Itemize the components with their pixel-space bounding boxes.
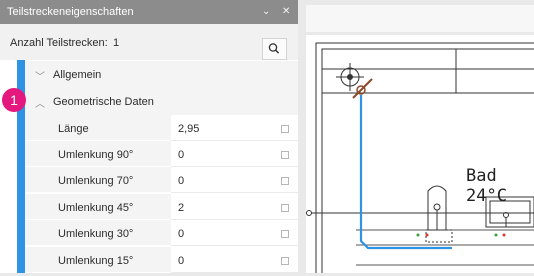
property-checkbox[interactable] xyxy=(281,151,289,159)
drawing-sheet[interactable]: Bad 24°C xyxy=(306,35,534,276)
drawing-area: Bad 24°C xyxy=(298,0,534,276)
property-name-cell: Umlenkung 70° xyxy=(25,167,171,193)
property-value-cell[interactable]: 0 xyxy=(171,247,298,273)
property-value-cell[interactable]: 0 xyxy=(171,141,298,167)
group-geometrische-daten[interactable]: ︿ Geometrische Daten xyxy=(25,88,298,115)
callout-badge: 1 xyxy=(2,88,26,112)
panel-title-bar[interactable]: Teilstreckeneigenschaften ⌄ ✕ xyxy=(0,0,298,24)
property-value-cell[interactable]: 0 xyxy=(171,167,298,193)
property-value[interactable]: 0 xyxy=(178,149,184,161)
grip-handle xyxy=(306,210,312,216)
segment-count-bar: Anzahl Teilstrecken: 1 xyxy=(0,24,298,60)
drain-circle xyxy=(433,203,441,211)
close-icon[interactable]: ✕ xyxy=(282,5,290,19)
fixture-connection-box xyxy=(425,229,453,243)
segment-count-value: 1 xyxy=(113,37,120,49)
property-row-umlenkung-15: Umlenkung 15° 0 xyxy=(25,247,298,273)
search-icon xyxy=(268,43,280,54)
connection-dot xyxy=(494,233,498,237)
property-checkbox[interactable] xyxy=(281,204,289,212)
property-value-cell[interactable]: 2,95 xyxy=(171,115,298,141)
property-checkbox[interactable] xyxy=(281,177,289,185)
axis-center xyxy=(347,74,353,80)
property-value[interactable]: 2 xyxy=(178,202,184,214)
floor-plan-drawing[interactable] xyxy=(306,35,534,276)
property-row-umlenkung-70: Umlenkung 70° 0 xyxy=(25,167,298,193)
property-name: Umlenkung 90° xyxy=(58,149,134,161)
drawing-tab-bar xyxy=(306,5,534,32)
property-value[interactable]: 0 xyxy=(178,228,184,240)
property-row-umlenkung-45: Umlenkung 45° 2 xyxy=(25,194,298,220)
property-name-cell: Umlenkung 45° xyxy=(25,194,171,220)
pipe-segment xyxy=(359,95,452,250)
property-row-umlenkung-90: Umlenkung 90° 0 xyxy=(25,141,298,167)
connection-dot xyxy=(416,233,420,237)
group-allgemein[interactable]: ﹀ Allgemein xyxy=(25,61,298,88)
property-value[interactable]: 2,95 xyxy=(178,123,199,135)
segment-count-label: Anzahl Teilstrecken: xyxy=(10,37,108,49)
property-name-cell: Umlenkung 15° xyxy=(25,247,171,273)
property-value-cell[interactable]: 2 xyxy=(171,194,298,220)
riser-line xyxy=(352,78,373,99)
chevron-right-icon[interactable]: ﹀ xyxy=(35,68,45,83)
group-label: Allgemein xyxy=(53,69,102,81)
property-value[interactable]: 0 xyxy=(178,255,184,267)
plan-inner-frame xyxy=(321,48,534,276)
property-name: Umlenkung 15° xyxy=(58,255,134,267)
chevron-down-icon[interactable]: ︿ xyxy=(35,95,45,110)
property-name-cell: Umlenkung 90° xyxy=(25,141,171,167)
property-name: Umlenkung 70° xyxy=(58,175,134,187)
search-button[interactable] xyxy=(262,38,287,60)
connection-dot xyxy=(502,233,506,237)
chevron-down-icon[interactable]: ⌄ xyxy=(262,5,270,19)
room-label: Bad 24°C xyxy=(466,166,507,206)
property-value-cell[interactable]: 0 xyxy=(171,220,298,246)
property-row-laenge: Länge 2,95 xyxy=(25,115,298,141)
group-label: Geometrische Daten xyxy=(53,96,154,108)
property-name: Umlenkung 45° xyxy=(58,202,134,214)
property-checkbox[interactable] xyxy=(281,125,289,133)
property-checkbox[interactable] xyxy=(281,230,289,238)
property-name: Umlenkung 30° xyxy=(58,228,134,240)
property-name-cell: Umlenkung 30° xyxy=(25,220,171,246)
connection-dot xyxy=(425,233,429,237)
property-checkbox[interactable] xyxy=(281,257,289,265)
property-name: Länge xyxy=(58,123,89,135)
property-value[interactable]: 0 xyxy=(178,175,184,187)
property-row-umlenkung-30: Umlenkung 30° 0 xyxy=(25,220,298,246)
panel-title: Teilstreckeneigenschaften xyxy=(7,6,134,18)
property-name-cell: Länge xyxy=(25,115,171,141)
properties-panel: Teilstreckeneigenschaften ⌄ ✕ Anzahl Tei… xyxy=(0,0,298,273)
